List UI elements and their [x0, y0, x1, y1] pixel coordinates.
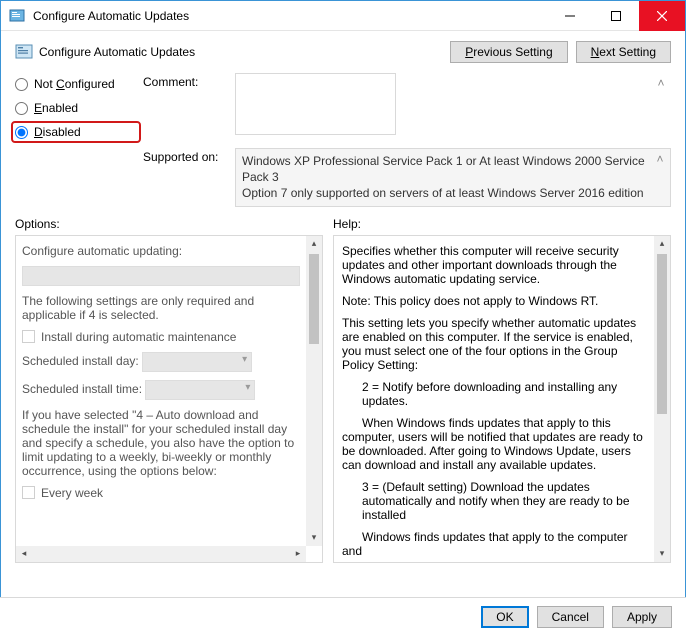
window-title: Configure Automatic Updates: [33, 9, 547, 23]
highlight-box: Disabled: [11, 121, 141, 143]
comment-textarea[interactable]: [235, 73, 396, 135]
previous-setting-button[interactable]: Previous Setting: [450, 41, 567, 63]
maximize-button[interactable]: [593, 1, 639, 31]
checkbox-icon: [22, 486, 35, 499]
titlebar: Configure Automatic Updates: [1, 1, 685, 31]
app-icon: [9, 8, 25, 24]
install-day-row: Scheduled install day:: [22, 352, 300, 372]
install-time-dropdown: [145, 380, 255, 400]
help-panel: Specifies whether this computer will rec…: [333, 235, 671, 563]
supported-on-text: Windows XP Professional Service Pack 1 o…: [235, 148, 671, 207]
help-header: Help:: [333, 217, 361, 231]
options-note: The following settings are only required…: [22, 294, 300, 322]
caret-up-icon: ˄: [652, 151, 668, 167]
radio-disabled[interactable]: Disabled: [15, 125, 133, 139]
configure-updating-dropdown: [22, 266, 300, 286]
scroll-up-icon[interactable]: ▴: [306, 236, 322, 252]
supported-label: Supported on:: [143, 148, 229, 164]
scroll-thumb[interactable]: [309, 254, 319, 344]
close-button[interactable]: [639, 1, 685, 31]
scroll-down-icon[interactable]: ▾: [654, 546, 670, 562]
column-headers: Options: Help:: [1, 217, 685, 231]
scroll-down-icon[interactable]: ▾: [306, 530, 322, 546]
scroll-left-icon[interactable]: ◂: [16, 546, 32, 562]
policy-icon: [15, 43, 33, 61]
checkbox-icon: [22, 330, 35, 343]
install-maintenance-checkbox: Install during automatic maintenance: [22, 330, 236, 344]
install-time-row: Scheduled install time:: [22, 380, 300, 400]
options-horizontal-scrollbar[interactable]: ◂ ▸: [16, 546, 306, 562]
scroll-right-icon[interactable]: ▸: [290, 546, 306, 562]
help-p1: Specifies whether this computer will rec…: [342, 244, 646, 286]
options-header: Options:: [15, 217, 323, 231]
dialog-footer: OK Cancel Apply: [0, 597, 686, 636]
radio-enabled[interactable]: Enabled: [15, 101, 133, 115]
help-p6: 3 = (Default setting) Download the updat…: [342, 480, 646, 522]
help-p2: Note: This policy does not apply to Wind…: [342, 294, 646, 308]
header: Configure Automatic Updates Previous Set…: [1, 31, 685, 69]
every-week-checkbox: Every week: [22, 486, 103, 500]
top-area: Not Configured Enabled Disabled Comment:…: [1, 69, 685, 213]
caret-up-icon: ˄: [653, 75, 669, 91]
radio-not-configured[interactable]: Not Configured: [15, 77, 133, 91]
help-p5: When Windows finds updates that apply to…: [342, 416, 646, 472]
apply-button[interactable]: Apply: [612, 606, 672, 628]
options-vertical-scrollbar[interactable]: ▴ ▾: [306, 236, 322, 546]
options-panel: Configure automatic updating: The follow…: [15, 235, 323, 563]
configure-updating-label: Configure automatic updating:: [22, 244, 300, 258]
scheduled-note: If you have selected "4 – Auto download …: [22, 408, 300, 478]
page-title: Configure Automatic Updates: [39, 45, 450, 59]
install-day-dropdown: [142, 352, 252, 372]
next-setting-button[interactable]: Next Setting: [576, 41, 671, 63]
panels: Configure automatic updating: The follow…: [1, 235, 685, 563]
cancel-button[interactable]: Cancel: [537, 606, 604, 628]
minimize-button[interactable]: [547, 1, 593, 31]
help-vertical-scrollbar[interactable]: ▴ ▾: [654, 236, 670, 562]
help-p7: Windows finds updates that apply to the …: [342, 530, 646, 558]
comment-label: Comment:: [143, 73, 229, 89]
state-radio-group: Not Configured Enabled Disabled: [15, 73, 133, 207]
help-p4: 2 = Notify before downloading and instal…: [342, 380, 646, 408]
help-p3: This setting lets you specify whether au…: [342, 316, 646, 372]
ok-button[interactable]: OK: [481, 606, 528, 628]
scroll-up-icon[interactable]: ▴: [654, 236, 670, 252]
scroll-thumb[interactable]: [657, 254, 667, 414]
